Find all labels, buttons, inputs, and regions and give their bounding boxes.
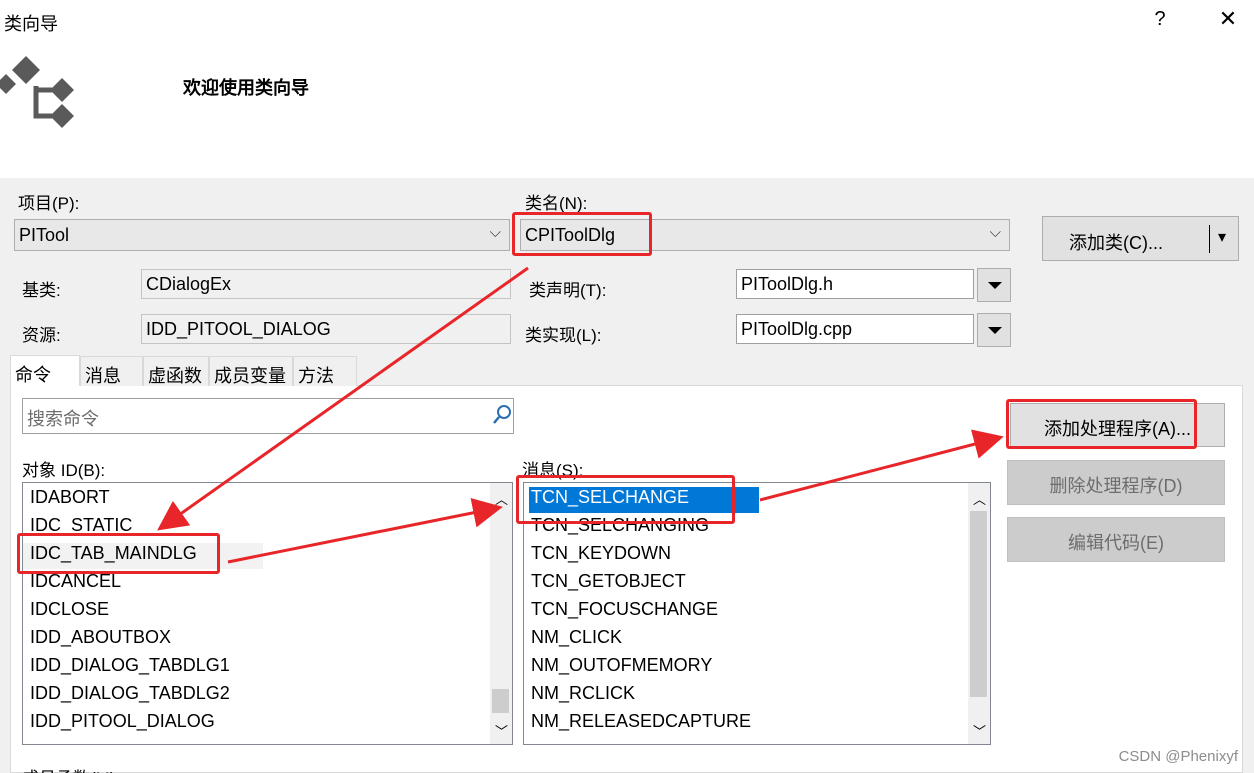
annotation-arrows [157, 266, 1004, 564]
tab-commands[interactable]: 命令 [10, 355, 80, 386]
arrow-classname-to-id [157, 266, 529, 531]
arrow-message-to-add [759, 429, 1004, 502]
arrow-id-to-message [227, 498, 503, 564]
watermark: CSDN @Phenixyf [1118, 748, 1238, 765]
